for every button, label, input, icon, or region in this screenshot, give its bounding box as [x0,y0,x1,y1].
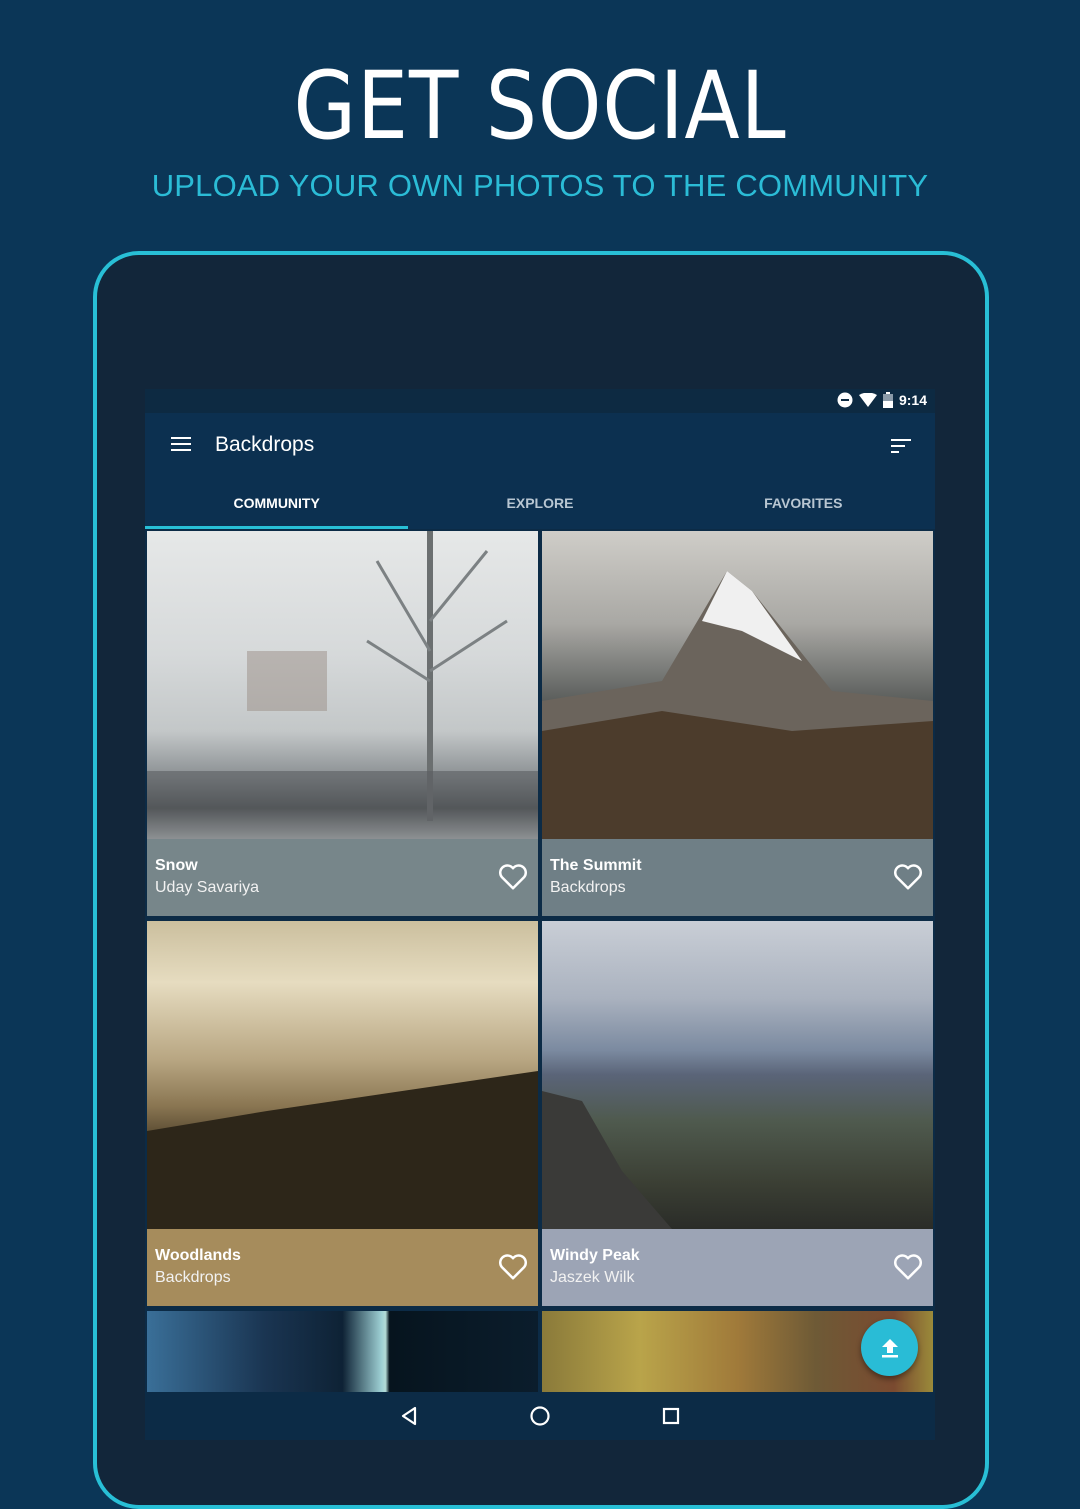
promo-subheadline: UPLOAD YOUR OWN PHOTOS TO THE COMMUNITY [151,168,929,203]
wallpaper-card[interactable]: Woodlands Backdrops [147,921,538,1307]
status-bar: 9:14 [145,389,935,413]
home-icon[interactable] [528,1404,552,1428]
tab-bar: COMMUNITY EXPLORE FAVORITES [145,477,935,529]
app-screen: 9:14 Backdrops COMMUNITY EXPLORE FAVORIT… [145,389,935,1440]
wallpaper-caption: Windy Peak Jaszek Wilk [542,1229,933,1306]
wallpaper-photo[interactable] [147,531,538,839]
wallpaper-caption: Snow Uday Savariya [147,839,538,916]
wallpaper-card[interactable]: The Summit Backdrops [542,531,933,917]
hamburger-menu-icon[interactable] [171,437,191,453]
wifi-icon [858,393,877,407]
heart-icon[interactable] [498,863,528,891]
wallpaper-caption: Woodlands Backdrops [147,1229,538,1306]
do-not-disturb-icon [837,392,853,408]
wallpaper-author: Backdrops [550,879,626,896]
wallpaper-photo[interactable] [147,921,538,1229]
upload-icon [881,1338,898,1357]
tab-community[interactable]: COMMUNITY [145,477,409,529]
sort-icon[interactable] [891,439,911,457]
battery-icon [882,392,893,408]
wallpaper-title: The Summit [550,857,642,874]
app-title: Backdrops [215,433,315,456]
wallpaper-photo[interactable] [542,921,933,1229]
heart-icon[interactable] [498,1253,528,1281]
wallpaper-card[interactable] [147,1311,538,1393]
wallpaper-title: Woodlands [155,1247,241,1264]
wallpaper-title: Windy Peak [550,1247,640,1264]
wallpaper-caption: The Summit Backdrops [542,839,933,916]
navigation-bar [145,1392,935,1440]
wallpaper-author: Backdrops [155,1269,231,1286]
wallpaper-title: Snow [155,857,198,874]
heart-icon[interactable] [893,863,923,891]
promo-headline: GET SOCIAL [293,52,787,161]
upload-button[interactable] [861,1319,918,1376]
tab-favorites[interactable]: FAVORITES [672,477,935,529]
app-bar: Backdrops COMMUNITY EXPLORE FAVORITES [145,413,935,529]
wallpaper-author: Jaszek Wilk [550,1269,635,1286]
recents-icon[interactable] [659,1404,683,1428]
wallpaper-author: Uday Savariya [155,879,260,896]
wallpaper-photo[interactable] [542,531,933,839]
wallpaper-photo[interactable] [147,1311,538,1393]
back-icon[interactable] [397,1404,421,1428]
status-time: 9:14 [898,392,927,408]
wallpaper-card[interactable]: Windy Peak Jaszek Wilk [542,921,933,1307]
wallpaper-card[interactable]: Snow Uday Savariya [147,531,538,917]
heart-icon[interactable] [893,1253,923,1281]
tab-explore[interactable]: EXPLORE [408,477,671,529]
